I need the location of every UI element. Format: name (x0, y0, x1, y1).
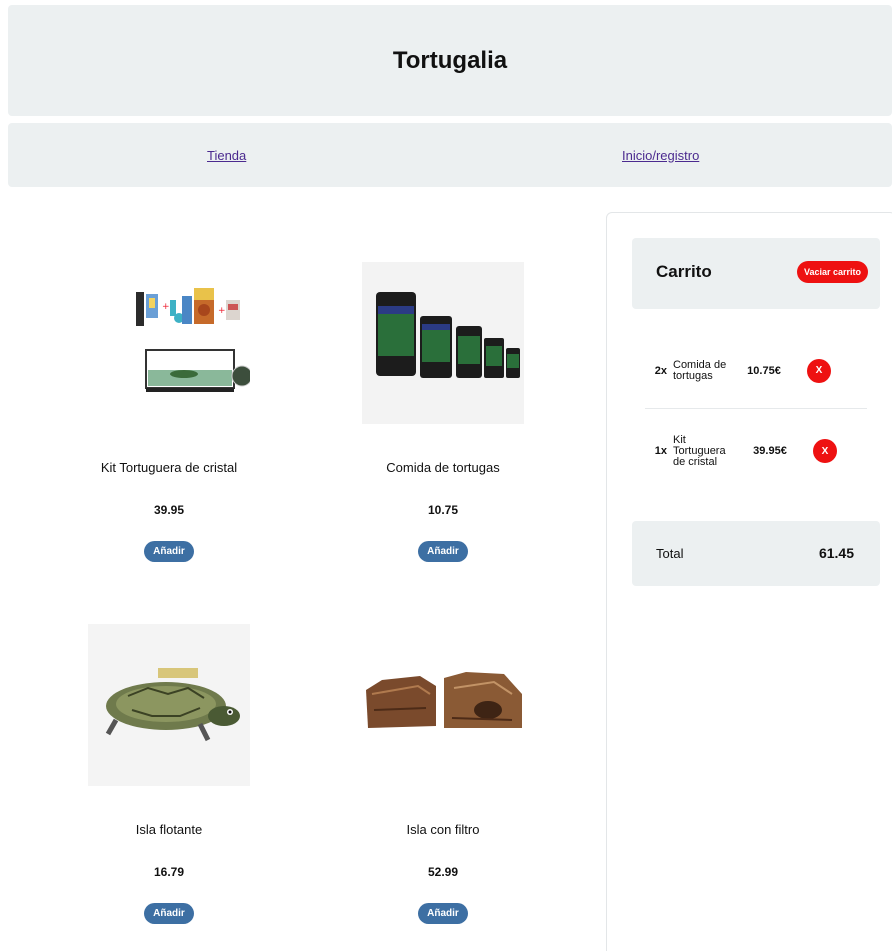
cart-total: Total 61.45 (632, 521, 880, 586)
product-image-floating-island (88, 624, 250, 786)
cart-header: Carrito Vaciar carrito (632, 238, 880, 309)
site-header: Tortugalia (8, 5, 892, 116)
site-title: Tortugalia (392, 46, 508, 74)
empty-cart-button[interactable]: Vaciar carrito (796, 261, 868, 283)
svg-text:+: + (218, 306, 226, 316)
add-to-cart-button[interactable]: Añadir (144, 903, 194, 924)
add-to-cart-button[interactable]: Añadir (144, 541, 194, 562)
cart-title: Carrito (656, 262, 712, 281)
product-name: Isla con filtro (406, 822, 480, 837)
add-to-cart-button[interactable]: Añadir (418, 903, 468, 924)
add-to-cart-button[interactable]: Añadir (418, 541, 468, 562)
cart-item-name: Comida de tortugas (673, 358, 727, 382)
product-image-turtle-food (362, 262, 524, 424)
nav-link-shop[interactable]: Tienda (207, 148, 246, 163)
product-image-filter-island (362, 624, 524, 786)
nav-link-login[interactable]: Inicio/registro (622, 148, 699, 163)
product-name: Comida de tortugas (386, 460, 500, 475)
product-name: Kit Tortuguera de cristal (100, 460, 238, 475)
cart-item-price: 39.95€ (753, 445, 787, 457)
product-price: 39.95 (153, 503, 185, 517)
product-price: 52.99 (427, 865, 459, 879)
remove-item-button[interactable]: X (813, 439, 837, 463)
product-image-terrarium-kit: + + (88, 262, 250, 424)
product-card: Comida de tortugas 10.75 Añadir (333, 262, 553, 562)
main-nav: Tienda Inicio/registro (8, 123, 892, 187)
product-name: Isla flotante (135, 822, 203, 837)
cart-total-label: Total (656, 546, 684, 561)
product-card: + + Kit Tortuguera de cristal 39.95 Añad… (59, 262, 279, 562)
cart-panel: Carrito Vaciar carrito 2x Comida de tort… (606, 212, 892, 951)
cart-item: 2x Comida de tortugas 10.75€ X (645, 333, 867, 409)
cart-item-price: 10.75€ (747, 364, 781, 377)
product-price: 16.79 (153, 865, 185, 879)
cart-item-qty: 1x (654, 445, 667, 457)
product-card: Isla flotante 16.79 Añadir (59, 624, 279, 924)
product-card: Isla con filtro 52.99 Añadir (333, 624, 553, 924)
cart-item: 1x Kit Tortuguera de cristal 39.95€ X (645, 414, 867, 488)
product-price: 10.75 (427, 503, 459, 517)
cart-item-qty: 2x (654, 364, 667, 377)
remove-item-button[interactable]: X (807, 358, 831, 383)
cart-item-name: Kit Tortuguera de cristal (673, 433, 726, 468)
cart-total-value: 61.45 (818, 545, 854, 561)
svg-text:+: + (162, 302, 170, 312)
